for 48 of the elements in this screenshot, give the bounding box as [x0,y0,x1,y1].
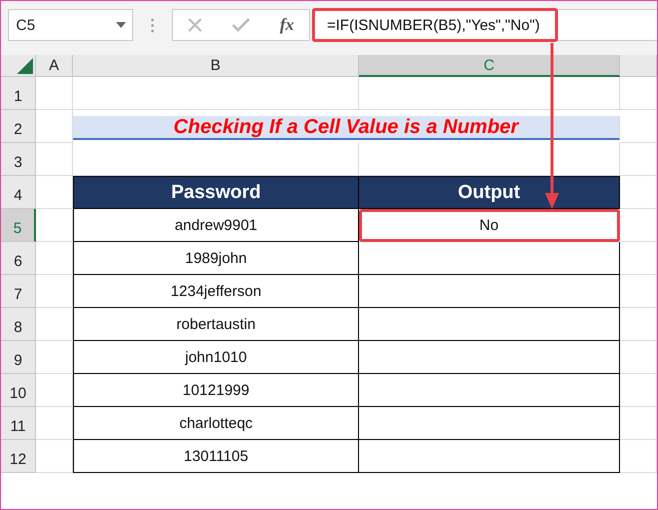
table-cell: john1010 [73,341,359,374]
table-cell: 10121999 [73,374,359,407]
empty-cell [620,374,657,407]
table-cell: No [359,209,620,242]
caret-icon[interactable] [116,22,126,28]
cancel-icon[interactable] [188,18,202,32]
row-header[interactable]: 1 [1,77,36,110]
row-header[interactable]: 3 [1,143,36,176]
row-header[interactable]: 9 [1,341,36,374]
sheet-title: Checking If a Cell Value is a Number [73,116,620,140]
table-cell: robertaustin [73,308,359,341]
empty-cell [620,407,657,440]
empty-cell [620,242,657,275]
column-header[interactable]: A [36,55,73,77]
empty-cell [620,341,657,374]
empty-cell [620,77,657,110]
row-header[interactable]: 5 [1,209,36,242]
table-header: Output [359,176,620,209]
table-header: Password [73,176,359,209]
empty-cell [620,275,657,308]
table-cell: andrew9901 [73,209,359,242]
empty-cell [620,209,657,242]
select-all-icon[interactable] [17,58,33,74]
row-header[interactable]: 12 [1,440,36,473]
checkmark-icon[interactable] [232,18,250,32]
table-cell: 1989john [73,242,359,275]
cell-reference: C5 [16,16,36,34]
empty-cell [620,308,657,341]
table-cell: 1234jefferson [73,275,359,308]
name-box[interactable]: C5 [8,9,133,41]
row-header[interactable]: 7 [1,275,36,308]
drag-handle-icon[interactable] [151,18,154,32]
formula-field[interactable]: =IF(ISNUMBER(B5),"Yes","No") [312,8,558,42]
empty-cell [620,110,657,143]
row-header[interactable]: 6 [1,242,36,275]
column-header[interactable]: C [359,55,620,77]
insert-function-button[interactable]: fx [280,15,294,35]
table-cell: charlotteqc [73,407,359,440]
row-header[interactable]: 10 [1,374,36,407]
row-header[interactable]: 8 [1,308,36,341]
row-header[interactable]: 4 [1,176,36,209]
row-header[interactable]: 11 [1,407,36,440]
empty-cell [620,440,657,473]
table-cell: 13011105 [73,440,359,473]
row-header[interactable]: 2 [1,110,36,143]
column-header[interactable] [620,55,657,77]
column-header[interactable]: B [73,55,359,77]
empty-cell [620,143,657,176]
